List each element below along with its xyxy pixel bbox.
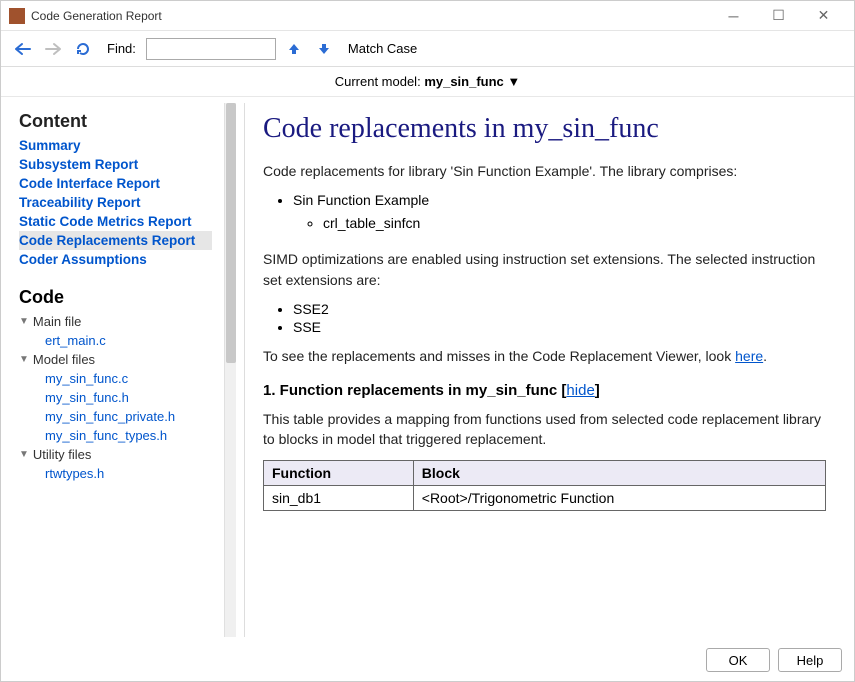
tree-file-link[interactable]: my_sin_func_types.h [19, 426, 212, 445]
app-icon [9, 8, 25, 24]
viewer-text: To see the replacements and misses in th… [263, 346, 826, 366]
tree-file-link[interactable]: my_sin_func.h [19, 388, 212, 407]
sidebar-link[interactable]: Traceability Report [19, 193, 212, 212]
table-body: sin_db1<Root>/Trigonometric Function [264, 485, 826, 510]
section-heading-text: 1. Function replacements in my_sin_func [263, 382, 557, 399]
sidebar-link[interactable]: Subsystem Report [19, 155, 212, 174]
sidebar-link[interactable]: Static Code Metrics Report [19, 212, 212, 231]
hide-link[interactable]: hide [566, 382, 594, 399]
currentmodel-label: Current model: [335, 74, 421, 89]
window-title: Code Generation Report [31, 9, 711, 23]
footer: OK Help [1, 639, 854, 681]
sidebar-link[interactable]: Code Interface Report [19, 174, 212, 193]
viewer-link[interactable]: here [735, 348, 763, 364]
body: Content SummarySubsystem ReportCode Inte… [1, 97, 854, 639]
tree-group[interactable]: ▼ Model files [19, 350, 212, 369]
tree-file-link[interactable]: ert_main.c [19, 331, 212, 350]
matchcase-label[interactable]: Match Case [348, 41, 417, 56]
toolbar: Find: Match Case [1, 31, 854, 67]
find-input[interactable] [146, 38, 276, 60]
table-header: Block [413, 460, 825, 485]
help-button[interactable]: Help [778, 648, 842, 672]
viewer-text-before: To see the replacements and misses in th… [263, 348, 735, 364]
intro-text: Code replacements for library 'Sin Funct… [263, 161, 826, 181]
currentmodel-value: my_sin_func [424, 74, 503, 89]
find-label: Find: [107, 41, 136, 56]
tree-file-link[interactable]: my_sin_func.c [19, 369, 212, 388]
back-arrow-icon [14, 42, 32, 56]
refresh-button[interactable] [71, 37, 95, 61]
library-list: Sin Function Example crl_table_sinfcn [293, 191, 826, 239]
table-header: Function [264, 460, 414, 485]
table-cell: <Root>/Trigonometric Function [413, 485, 825, 510]
tree-group[interactable]: ▼ Utility files [19, 445, 212, 464]
sidebar-scrollbar[interactable] [224, 103, 236, 637]
list-item: SSE [293, 318, 826, 336]
content-heading: Content [19, 111, 212, 132]
list-item: crl_table_sinfcn [323, 214, 826, 232]
sidebar-link[interactable]: Summary [19, 136, 212, 155]
up-arrow-icon [287, 42, 301, 56]
page-title: Code replacements in my_sin_func [263, 113, 826, 145]
sidebar-link[interactable]: Code Replacements Report [19, 231, 212, 250]
window-controls: ─ ☐ ✕ [711, 2, 846, 30]
app-window: Code Generation Report ─ ☐ ✕ Find: Match… [0, 0, 855, 682]
content-links: SummarySubsystem ReportCode Interface Re… [19, 136, 212, 269]
simd-list: SSE2SSE [293, 300, 826, 336]
table-desc: This table provides a mapping from funct… [263, 409, 826, 450]
down-arrow-icon [317, 42, 331, 56]
code-heading: Code [19, 287, 212, 308]
maximize-button[interactable]: ☐ [756, 2, 801, 30]
minimize-button[interactable]: ─ [711, 2, 756, 30]
sidebar-link[interactable]: Coder Assumptions [19, 250, 212, 269]
caret-down-icon: ▼ [19, 316, 29, 327]
main-content: Code replacements in my_sin_func Code re… [244, 103, 844, 637]
replacements-table: FunctionBlock sin_db1<Root>/Trigonometri… [263, 460, 826, 511]
close-button[interactable]: ✕ [801, 2, 846, 30]
section-heading: 1. Function replacements in my_sin_func … [263, 382, 826, 399]
forward-arrow-icon [44, 42, 62, 56]
ok-button[interactable]: OK [706, 648, 770, 672]
list-item: SSE2 [293, 300, 826, 318]
find-next-button[interactable] [312, 37, 336, 61]
tree-group[interactable]: ▼ Main file [19, 312, 212, 331]
caret-down-icon: ▼ [19, 354, 29, 365]
code-tree: ▼ Main fileert_main.c▼ Model filesmy_sin… [19, 312, 212, 483]
tree-file-link[interactable]: rtwtypes.h [19, 464, 212, 483]
dropdown-icon: ▼ [507, 74, 520, 89]
caret-down-icon: ▼ [19, 449, 29, 460]
scrollbar-thumb[interactable] [226, 103, 236, 363]
sidebar: Content SummarySubsystem ReportCode Inte… [11, 103, 216, 637]
library-name: Sin Function Example [293, 192, 429, 208]
list-item: Sin Function Example crl_table_sinfcn [293, 191, 826, 239]
table-row: sin_db1<Root>/Trigonometric Function [264, 485, 826, 510]
tree-file-link[interactable]: my_sin_func_private.h [19, 407, 212, 426]
back-button[interactable] [11, 37, 35, 61]
forward-button[interactable] [41, 37, 65, 61]
find-prev-button[interactable] [282, 37, 306, 61]
model-bar[interactable]: Current model: my_sin_func ▼ [1, 67, 854, 97]
table-cell: sin_db1 [264, 485, 414, 510]
refresh-icon [75, 41, 91, 57]
table-header-row: FunctionBlock [264, 460, 826, 485]
simd-text: SIMD optimizations are enabled using ins… [263, 249, 826, 290]
viewer-text-after: . [763, 348, 767, 364]
titlebar: Code Generation Report ─ ☐ ✕ [1, 1, 854, 31]
